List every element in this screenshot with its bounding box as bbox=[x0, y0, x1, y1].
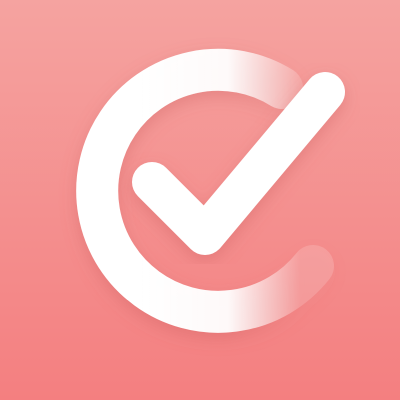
check-circle-icon bbox=[0, 0, 400, 400]
app-icon bbox=[0, 0, 400, 400]
